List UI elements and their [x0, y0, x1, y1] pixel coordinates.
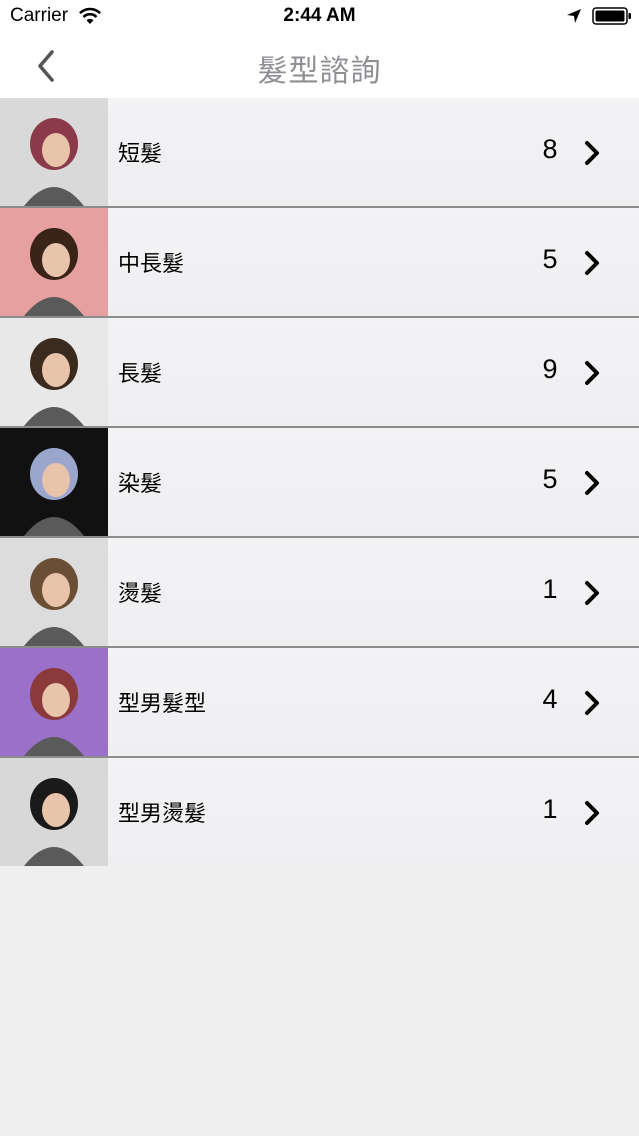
chevron-right-icon [585, 251, 599, 275]
page-title: 髮型諮詢 [257, 54, 382, 89]
list-item[interactable]: 短髮 8 [0, 98, 639, 208]
navigation-bar: 髮型諮詢 [0, 34, 639, 98]
style-count: 5 [542, 464, 558, 494]
category-label: 型男髮型 [118, 692, 207, 717]
style-count: 4 [542, 684, 558, 714]
hairstyle-thumbnail [0, 428, 108, 536]
style-count: 1 [542, 794, 558, 824]
hairstyle-thumbnail [0, 318, 108, 426]
hairstyle-thumbnail [0, 648, 108, 756]
list-item[interactable]: 染髮 5 [0, 428, 639, 538]
list-item[interactable]: 長髮 9 [0, 318, 639, 428]
category-label: 型男燙髮 [118, 802, 207, 827]
chevron-right-icon [585, 581, 599, 605]
chevron-right-icon [585, 801, 599, 825]
style-count: 5 [542, 244, 558, 274]
hairstyle-thumbnail [0, 98, 108, 206]
status-bar: Carrier 2:44 AM [0, 0, 639, 34]
chevron-right-icon [585, 361, 599, 385]
chevron-right-icon [585, 471, 599, 495]
category-label: 染髮 [118, 472, 163, 497]
list-item[interactable]: 型男燙髮 1 [0, 758, 639, 867]
hairstyle-thumbnail [0, 758, 108, 866]
style-count: 9 [542, 354, 558, 384]
status-time: 2:44 AM [283, 5, 356, 26]
style-count: 8 [542, 134, 558, 164]
style-count: 1 [542, 574, 558, 604]
category-label: 燙髮 [118, 582, 163, 607]
location-arrow-icon [567, 9, 581, 23]
hairstyle-thumbnail [0, 208, 108, 316]
battery-icon [592, 7, 631, 25]
category-label: 長髮 [118, 362, 163, 387]
list-item[interactable]: 中長髮 5 [0, 208, 639, 318]
chevron-right-icon [585, 691, 599, 715]
hairstyle-thumbnail [0, 538, 108, 646]
chevron-right-icon [585, 141, 599, 165]
category-label: 短髮 [118, 142, 163, 167]
list-item[interactable]: 燙髮 1 [0, 538, 639, 648]
category-label: 中長髮 [118, 252, 185, 277]
category-list: 短髮 8 中長髮 5 長髮 9 染髮 5 燙髮 1 型男髮型 4 型男燙髮 1 [0, 98, 639, 867]
list-item[interactable]: 型男髮型 4 [0, 648, 639, 758]
